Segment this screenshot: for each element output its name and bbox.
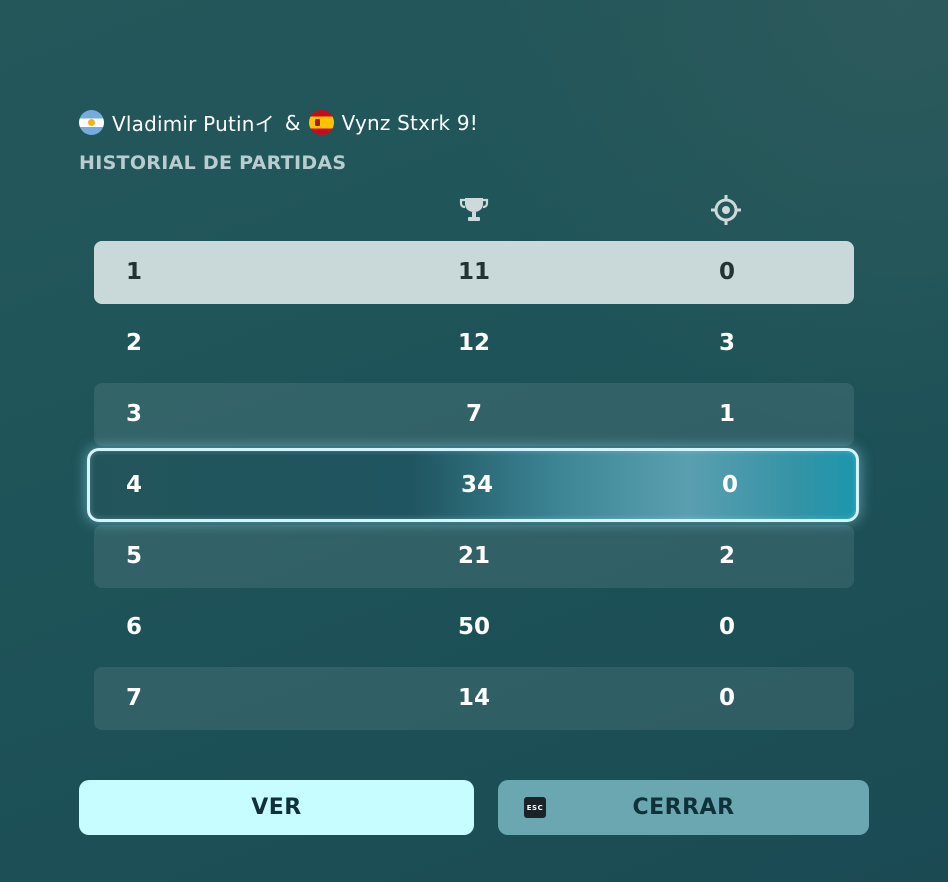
page-title: HISTORIAL DE PARTIDAS — [79, 152, 347, 174]
match-score: 12 — [457, 330, 491, 356]
match-row-3[interactable]: 3 7 1 — [94, 383, 854, 446]
spain-flag-icon — [308, 110, 334, 135]
match-score: 34 — [460, 472, 494, 498]
match-kills: 1 — [718, 401, 736, 427]
match-score: 11 — [457, 259, 491, 285]
match-number: 6 — [126, 614, 143, 640]
view-button-label: VER — [251, 795, 302, 820]
match-kills: 0 — [718, 259, 736, 285]
trophy-icon — [459, 198, 489, 221]
match-row-4-selected[interactable]: 4 34 0 — [87, 448, 859, 522]
crosshair-icon — [711, 195, 741, 225]
players-separator: & — [284, 110, 301, 135]
match-kills: 0 — [718, 685, 736, 711]
match-score: 7 — [465, 401, 483, 427]
match-score: 14 — [457, 685, 491, 711]
players-header: Vladimir Putinイ & Vynz Stxrk 9! — [79, 108, 478, 137]
match-row-5[interactable]: 5 21 2 — [94, 525, 854, 588]
player1-name: Vladimir Putinイ — [112, 112, 275, 136]
match-row-6[interactable]: 6 50 0 — [94, 596, 854, 659]
match-score: 50 — [457, 614, 491, 640]
match-number: 2 — [126, 330, 143, 356]
match-score: 21 — [457, 543, 491, 569]
match-kills: 0 — [718, 614, 736, 640]
close-button-label: CERRAR — [632, 795, 735, 820]
match-number: 5 — [126, 543, 143, 569]
match-row-1[interactable]: 1 11 0 — [94, 241, 854, 304]
match-row-7[interactable]: 7 14 0 — [94, 667, 854, 730]
argentina-flag-icon — [79, 110, 104, 135]
match-number: 1 — [126, 259, 143, 285]
esc-key-icon: ESC — [524, 797, 546, 818]
match-number: 7 — [126, 685, 143, 711]
close-button[interactable]: ESC CERRAR — [498, 780, 869, 835]
view-button[interactable]: VER — [79, 780, 474, 835]
match-row-2[interactable]: 2 12 3 — [94, 312, 854, 375]
match-number: 3 — [126, 401, 143, 427]
match-kills: 3 — [718, 330, 736, 356]
player2-name: Vynz Stxrk 9! — [341, 110, 479, 135]
match-number: 4 — [126, 472, 143, 498]
match-kills: 2 — [718, 543, 736, 569]
match-kills: 0 — [721, 472, 739, 498]
